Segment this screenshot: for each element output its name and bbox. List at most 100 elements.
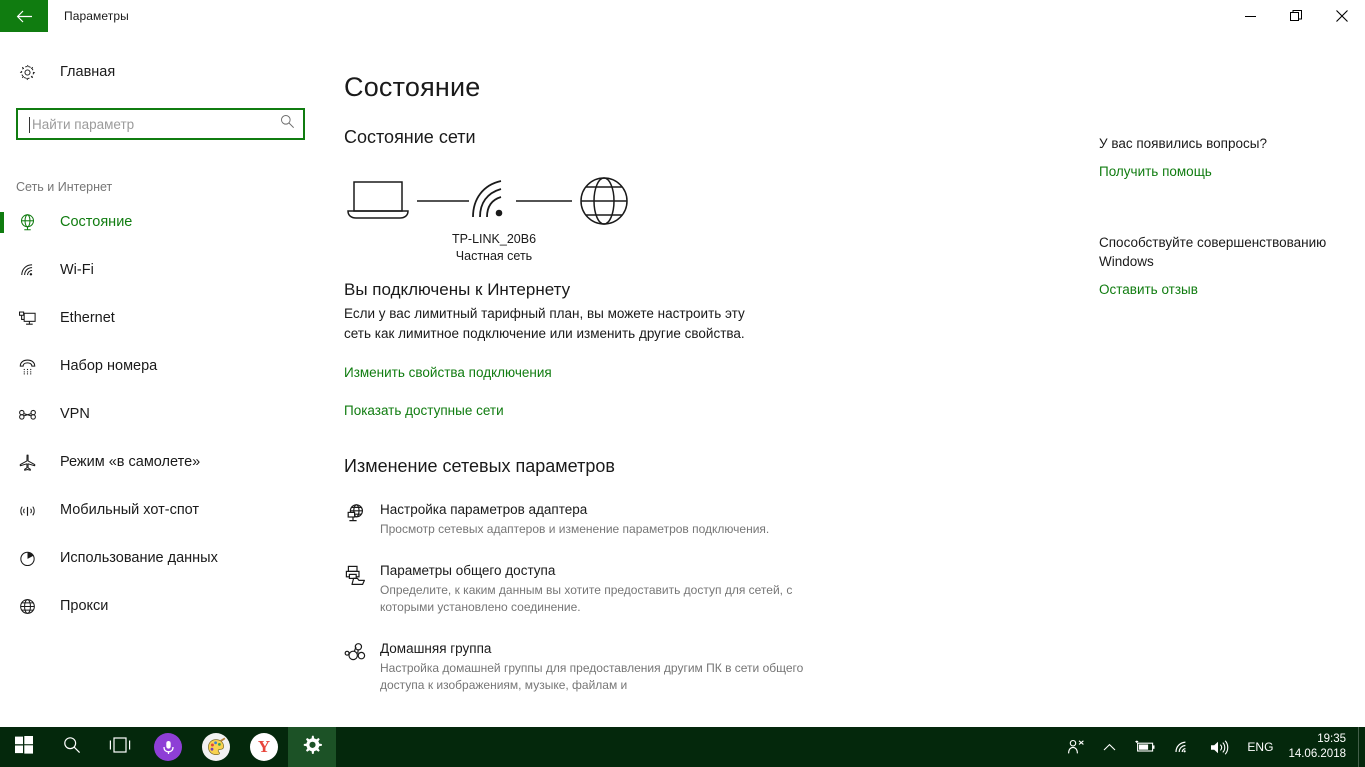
search-placeholder: Найти параметр xyxy=(32,116,135,132)
questions-heading: У вас появились вопросы? xyxy=(1099,136,1267,151)
desktop: Параметры Главная Найти параметр Сеть и … xyxy=(0,0,1365,767)
adapter-settings-icon xyxy=(344,501,380,538)
wifi-icon xyxy=(16,261,38,280)
sharing-options-icon xyxy=(344,562,380,616)
main-column: Состояние Состояние сети TP-LINK_20B6 Ча… xyxy=(344,72,1064,727)
option-homegroup-text: Домашняя группа Настройка домашней групп… xyxy=(380,640,814,694)
option-description: Определите, к каким данным вы хотите пре… xyxy=(380,583,793,614)
connection-status-heading: Вы подключены к Интернету xyxy=(344,280,571,299)
chevron-up-icon[interactable] xyxy=(1094,727,1125,767)
clock[interactable]: 19:35 14.06.2018 xyxy=(1282,732,1358,762)
give-feedback-link[interactable]: Оставить отзыв xyxy=(1099,282,1198,297)
system-tray: ENG 19:35 14.06.2018 xyxy=(1058,727,1365,767)
people-icon[interactable] xyxy=(1058,727,1094,767)
option-title: Настройка параметров адаптера xyxy=(380,502,588,517)
sidebar-item-proxy-label: Прокси xyxy=(60,598,109,614)
back-button[interactable] xyxy=(0,0,48,32)
globe-icon xyxy=(16,597,38,616)
restore-button[interactable] xyxy=(1273,0,1319,32)
sidebar-item-data-usage[interactable]: Использование данных xyxy=(0,534,321,582)
windows-start-icon xyxy=(15,735,33,759)
sidebar-item-proxy[interactable]: Прокси xyxy=(0,582,321,630)
hotspot-icon xyxy=(16,501,38,520)
get-help-link[interactable]: Получить помощь xyxy=(1099,164,1212,179)
option-homegroup[interactable]: Домашняя группа Настройка домашней групп… xyxy=(344,640,814,694)
clock-date: 14.06.2018 xyxy=(1288,748,1346,760)
sidebar-item-dialup[interactable]: Набор номера xyxy=(0,342,321,390)
cortana-mic-icon xyxy=(154,733,182,761)
option-adapter-settings[interactable]: Настройка параметров адаптера Просмотр с… xyxy=(344,501,814,538)
minimize-button[interactable] xyxy=(1227,0,1273,32)
sidebar-item-vpn[interactable]: VPN xyxy=(0,390,321,438)
sidebar-item-data-usage-label: Использование данных xyxy=(60,550,218,566)
text-caret xyxy=(29,117,30,133)
option-description: Просмотр сетевых адаптеров и изменение п… xyxy=(380,522,770,536)
paint-button[interactable] xyxy=(192,727,240,767)
sidebar-item-airplane-mode[interactable]: Режим «в самолете» xyxy=(0,438,321,486)
sidebar-item-status[interactable]: Состояние xyxy=(0,198,321,246)
sidebar-item-airplane-mode-label: Режим «в самолете» xyxy=(60,454,201,470)
window-title: Параметры xyxy=(64,9,129,23)
title-bar: Параметры xyxy=(0,0,1365,32)
sidebar-item-hotspot-label: Мобильный хот-спот xyxy=(60,502,200,518)
taskbar-search-button[interactable] xyxy=(48,727,96,767)
option-title: Параметры общего доступа xyxy=(380,563,556,578)
sidebar-item-wifi-label: Wi-Fi xyxy=(60,262,94,278)
network-type: Частная сеть xyxy=(455,249,533,263)
cortana-button[interactable] xyxy=(144,727,192,767)
page-title: Состояние xyxy=(344,72,481,102)
search-icon xyxy=(63,736,81,759)
ethernet-icon xyxy=(16,309,38,328)
show-desktop-button[interactable] xyxy=(1358,727,1365,767)
sidebar-item-status-label: Состояние xyxy=(60,214,133,230)
settings-window: Параметры Главная Найти параметр Сеть и … xyxy=(0,0,1365,727)
sidebar-item-hotspot[interactable]: Мобильный хот-спот xyxy=(0,486,321,534)
option-adapter-settings-text: Настройка параметров адаптера Просмотр с… xyxy=(380,501,814,538)
task-view-icon xyxy=(109,736,131,758)
network-name: TP-LINK_20B6 xyxy=(451,232,537,246)
yandex-letter: Y xyxy=(257,737,271,756)
option-sharing-options-text: Параметры общего доступа Определите, к к… xyxy=(380,562,814,616)
gear-icon xyxy=(16,64,38,81)
sidebar-item-ethernet[interactable]: Ethernet xyxy=(0,294,321,342)
language-indicator[interactable]: ENG xyxy=(1238,727,1282,767)
sidebar-item-ethernet-label: Ethernet xyxy=(60,310,115,326)
show-available-networks-link[interactable]: Показать доступные сети xyxy=(344,403,504,418)
taskbar: Y ENG 19:35 14.06.2018 xyxy=(0,727,1365,767)
sidebar-item-wifi[interactable]: Wi-Fi xyxy=(0,246,321,294)
start-button[interactable] xyxy=(0,727,48,767)
network-status-icon xyxy=(16,213,38,232)
laptop-icon xyxy=(347,181,409,219)
change-connection-properties-link[interactable]: Изменить свойства подключения xyxy=(344,365,552,380)
sidebar-item-dialup-label: Набор номера xyxy=(60,358,158,374)
option-title: Домашняя группа xyxy=(380,641,492,656)
volume-icon[interactable] xyxy=(1201,727,1238,767)
clock-time: 19:35 xyxy=(1317,733,1346,745)
settings-taskbar-button[interactable] xyxy=(288,727,336,767)
window-controls xyxy=(1227,0,1365,32)
close-button[interactable] xyxy=(1319,0,1365,32)
improve-windows-heading: Способствуйте совершенствованию Windows xyxy=(1099,235,1327,269)
vpn-icon xyxy=(16,405,38,424)
network-diagram: TP-LINK_20B6 Частная сеть xyxy=(344,170,684,263)
yandex-browser-button[interactable]: Y xyxy=(240,727,288,767)
search-input[interactable]: Найти параметр xyxy=(16,108,305,140)
battery-charging-icon[interactable] xyxy=(1125,727,1165,767)
search-icon[interactable] xyxy=(280,114,295,134)
data-usage-pie-icon xyxy=(16,549,38,568)
option-description: Настройка домашней группы для предоставл… xyxy=(380,661,804,692)
back-arrow-icon xyxy=(16,10,33,23)
homegroup-icon xyxy=(344,640,380,694)
connection-status-description: Если у вас лимитный тарифный план, вы мо… xyxy=(344,306,745,341)
sidebar-group-label: Сеть и Интернет xyxy=(16,180,113,194)
sidebar-item-home[interactable]: Главная xyxy=(0,54,321,90)
feedback-block: Способствуйте совершенствованию Windows … xyxy=(1099,233,1365,299)
sidebar: Главная Найти параметр Сеть и Интернет С… xyxy=(0,32,321,727)
option-sharing-options[interactable]: Параметры общего доступа Определите, к к… xyxy=(344,562,814,616)
task-view-button[interactable] xyxy=(96,727,144,767)
change-network-settings-heading: Изменение сетевых параметров xyxy=(344,456,615,476)
sidebar-item-home-label: Главная xyxy=(60,64,116,80)
airplane-icon xyxy=(16,453,38,472)
dialup-phone-icon xyxy=(16,357,38,376)
wifi-icon[interactable] xyxy=(1165,727,1201,767)
